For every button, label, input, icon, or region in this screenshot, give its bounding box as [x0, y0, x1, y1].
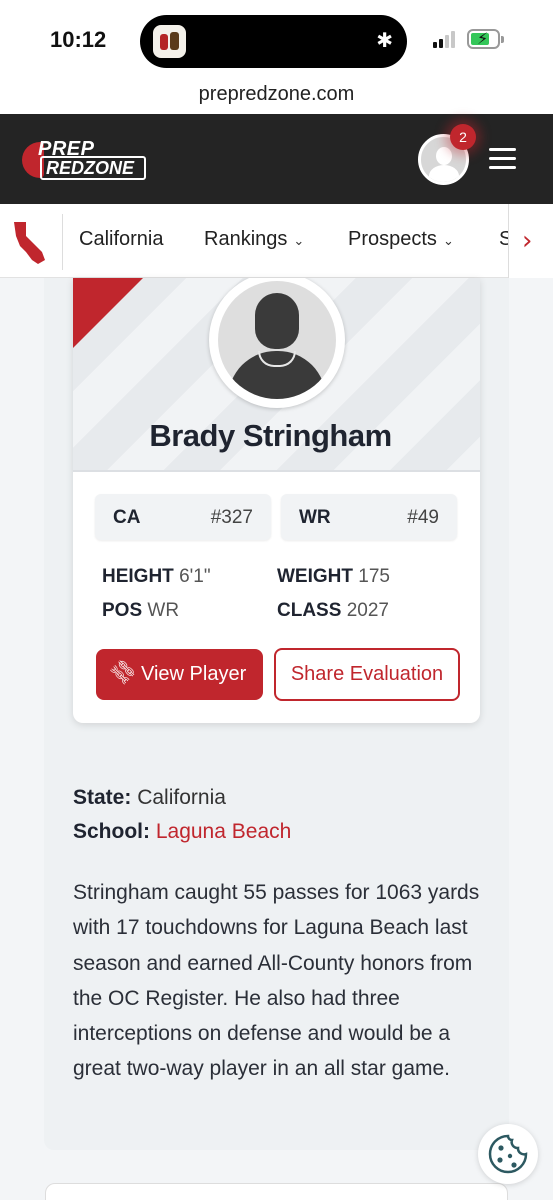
position-rank-box: WR #49: [281, 494, 457, 540]
nav-item-rankings[interactable]: Rankings ⌄: [204, 228, 304, 251]
player-bio: Stringham caught 55 passes for 1063 yard…: [73, 881, 480, 1081]
cookie-icon: [488, 1134, 528, 1174]
stat-height: HEIGHT 6'1": [102, 566, 211, 587]
share-evaluation-button[interactable]: Share Evaluation: [274, 648, 460, 701]
nav-item-california[interactable]: California: [79, 228, 163, 251]
signal-icon: [433, 31, 461, 48]
now-playing-app-icon: [153, 25, 186, 58]
stat-class: CLASS 2027: [277, 600, 389, 621]
status-bar: 10:12 ✱ ⚡: [0, 0, 553, 78]
chevron-down-icon: ⌄: [293, 233, 305, 248]
player-card: Brady Stringham CA #327 WR #49 HEIGHT 6'…: [73, 278, 480, 723]
chevron-right-icon[interactable]: ›: [522, 226, 532, 256]
position-rank-value: #49: [407, 507, 439, 528]
nav-item-prospects[interactable]: Prospects ⌄: [348, 228, 454, 251]
browser-url[interactable]: prepredzone.com: [0, 78, 553, 114]
link-icon: ⛓: [105, 654, 141, 689]
menu-icon[interactable]: [489, 148, 516, 170]
stat-weight: WEIGHT 175: [277, 566, 390, 587]
detail-state: State: California: [73, 786, 226, 809]
status-time: 10:12: [50, 27, 107, 52]
notification-badge[interactable]: 2: [450, 124, 476, 150]
avatar-icon: [436, 147, 452, 165]
state-rank-value: #327: [210, 507, 253, 528]
state-rank-label: CA: [113, 507, 141, 528]
stat-position: POS WR: [102, 600, 180, 621]
state-nav-bar: California Rankings ⌄ Prospects ⌄ S ›: [0, 204, 553, 278]
dynamic-island[interactable]: ✱: [140, 15, 407, 68]
school-link[interactable]: Laguna Beach: [156, 820, 291, 843]
player-avatar: [209, 278, 345, 408]
view-player-button[interactable]: ⛓ View Player: [96, 649, 263, 700]
next-card: [45, 1183, 508, 1200]
battery-icon: ⚡: [467, 29, 504, 49]
california-flag-icon[interactable]: [12, 220, 48, 266]
bluetooth-icon: ✱: [376, 28, 393, 52]
site-logo[interactable]: PREP REDZONE: [22, 138, 147, 182]
state-rank-box: CA #327: [95, 494, 271, 540]
logo-text-redzone: REDZONE: [40, 156, 146, 180]
player-name: Brady Stringham: [149, 418, 392, 453]
chevron-down-icon: ⌄: [442, 233, 454, 248]
position-rank-label: WR: [299, 507, 331, 528]
detail-school: School: Laguna Beach: [73, 820, 292, 843]
cookie-settings-button[interactable]: [478, 1124, 538, 1184]
card-corner-accent: [73, 278, 143, 348]
